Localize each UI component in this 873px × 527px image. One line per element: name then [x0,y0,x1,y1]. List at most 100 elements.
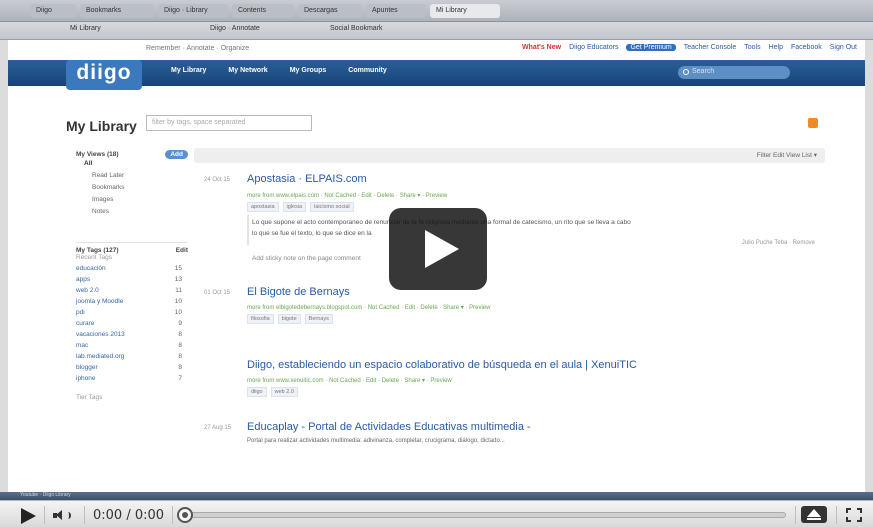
tag-count: 8 [178,331,182,338]
add-view-button[interactable]: Add [165,149,188,159]
bookmark-item[interactable]: Diigo · Annotate [210,25,260,37]
view-item-read-later[interactable]: Read Later [76,172,188,184]
tag-chip[interactable]: apostasia [247,202,279,212]
tag-name[interactable]: educación [76,265,106,276]
tag-chip[interactable]: iglesia [282,202,307,212]
browser-tab[interactable]: Diigo · Library [158,4,228,18]
view-item-images[interactable]: Images [76,196,188,208]
eject-icon[interactable] [801,506,827,523]
nav-community[interactable]: Community [348,67,387,74]
browser-tab[interactable]: Descargas [298,4,362,18]
rss-icon[interactable] [808,118,818,128]
browser-tab[interactable]: Bookmarks [80,4,154,18]
nav-my-groups[interactable]: My Groups [290,67,327,74]
tag-count: 8 [178,353,182,360]
page-title: My Library [66,118,137,134]
browser-tab[interactable]: Contents [232,4,294,18]
bookmark-date: 27 Aug 15 [204,425,232,431]
bookmark-item[interactable]: Social Bookmark [330,25,383,37]
sign-out-link[interactable]: Sign Out [830,44,857,51]
tag-chip[interactable]: bigote [277,314,301,324]
play-icon[interactable] [21,508,36,524]
tag-name[interactable]: blogger [76,364,98,375]
views-label: My Views (18) [76,150,119,158]
play-overlay-icon[interactable] [389,208,487,290]
tag-chip[interactable]: filosofia [247,314,274,324]
tag-row[interactable]: curare 9 [76,320,188,331]
tag-chip[interactable]: web 2.0 [270,387,298,397]
os-taskbar: Youtube · Diigo Library [0,492,873,500]
divider [836,506,837,524]
tag-count: 13 [174,276,182,283]
tag-name[interactable]: joomla y Moodle [76,298,123,309]
tag-row[interactable]: web 2.0 11 [76,287,188,298]
view-item-notes[interactable]: Notes [76,208,188,220]
facebook-link[interactable]: Facebook [791,44,822,51]
tag-name[interactable]: mac [76,342,88,353]
main-nav: My Library My Network My Groups Communit… [171,67,387,74]
progress-track[interactable] [181,512,786,518]
tag-row[interactable]: lab.mediated.org 8 [76,353,188,364]
bookmark-meta[interactable]: more from elbigotedebernays.blogspot.com… [247,304,490,311]
tag-chip[interactable]: laicismo social [310,202,354,212]
tag-row[interactable]: educación 15 [76,265,188,276]
bookmark-tags: diigo web 2.0 [247,387,298,397]
tag-name[interactable]: pdi [76,309,85,320]
views-header: My Views (18) Add [76,148,188,160]
tools-link[interactable]: Tools [744,44,760,51]
educators-link[interactable]: Diigo Educators [569,44,618,51]
fullscreen-icon[interactable] [846,508,862,522]
tag-chip[interactable]: diigo [247,387,267,397]
bookmark-title[interactable]: Diigo, estableciendo un espacio colabora… [247,359,637,371]
browser-tab-active[interactable]: Mi Library [430,4,500,18]
tag-row[interactable]: mac 8 [76,342,188,353]
bookmark-tags: filosofia bigote Bernays [247,314,333,324]
tag-name[interactable]: iphone [76,375,96,386]
tag-count: 15 [174,265,182,272]
nav-my-network[interactable]: My Network [228,67,267,74]
tag-name[interactable]: curare [76,320,94,331]
volume-icon[interactable] [51,510,75,521]
browser-tab[interactable]: Diigo [30,4,76,18]
edit-tags-link[interactable]: Edit [176,247,188,254]
tag-count: 7 [178,375,182,382]
recent-tags-label: Recent Tags [76,254,113,261]
tag-name[interactable]: web 2.0 [76,287,99,298]
nav-my-library[interactable]: My Library [171,67,206,74]
tag-row[interactable]: apps 13 [76,276,188,287]
tag-filter-input[interactable]: filter by tags, space separated [146,115,312,131]
view-item-all[interactable]: All [76,160,188,172]
get-premium-link[interactable]: Get Premium [626,44,676,51]
bookmark-meta[interactable]: more from www.elpais.com · Not Cached · … [247,192,447,199]
tags-header: My Tags (127) Edit [76,242,188,254]
bookmark-tags: apostasia iglesia laicismo social [247,202,354,212]
divider [84,506,85,524]
tag-name[interactable]: vacaciones 2013 [76,331,125,342]
bookmark-title[interactable]: El Bigote de Bernays [247,286,350,298]
bookmark-item[interactable]: Mi Library [70,25,101,37]
bookmarks-bar: Mi Library Diigo · Annotate Social Bookm… [0,22,873,40]
progress-knob[interactable] [177,507,193,523]
tag-row[interactable]: joomla y Moodle 10 [76,298,188,309]
tag-chip[interactable]: Bernays [304,314,333,324]
sticky-note-link[interactable]: Add sticky note on the page comment [252,254,812,264]
tag-row[interactable]: vacaciones 2013 8 [76,331,188,342]
view-item-bookmarks[interactable]: Bookmarks [76,184,188,196]
bookmark-title[interactable]: Apostasia · ELPAIS.com [247,173,367,185]
teacher-console-link[interactable]: Teacher Console [684,44,737,51]
bookmark-meta[interactable]: more from www.xenuitic.com · Not Cached … [247,377,452,384]
tag-count: 8 [178,364,182,371]
diigo-logo[interactable]: diigo [66,60,142,90]
browser-tabbar: Diigo Bookmarks Diigo · Library Contents… [0,0,873,22]
list-view-controls[interactable]: Filter Edit View List ▾ [757,151,817,159]
tag-name[interactable]: apps [76,276,90,287]
help-link[interactable]: Help [769,44,783,51]
bookmark-title[interactable]: Educaplay - Portal de Actividades Educat… [247,421,531,433]
tag-row[interactable]: pdi 10 [76,309,188,320]
search-input[interactable]: Search [678,66,790,79]
tag-row[interactable]: iphone 7 [76,375,188,386]
tag-name[interactable]: lab.mediated.org [76,353,124,364]
tag-row[interactable]: blogger 8 [76,364,188,375]
browser-tab[interactable]: Apuntes [366,4,426,18]
whats-new-link[interactable]: What's New [522,44,561,51]
